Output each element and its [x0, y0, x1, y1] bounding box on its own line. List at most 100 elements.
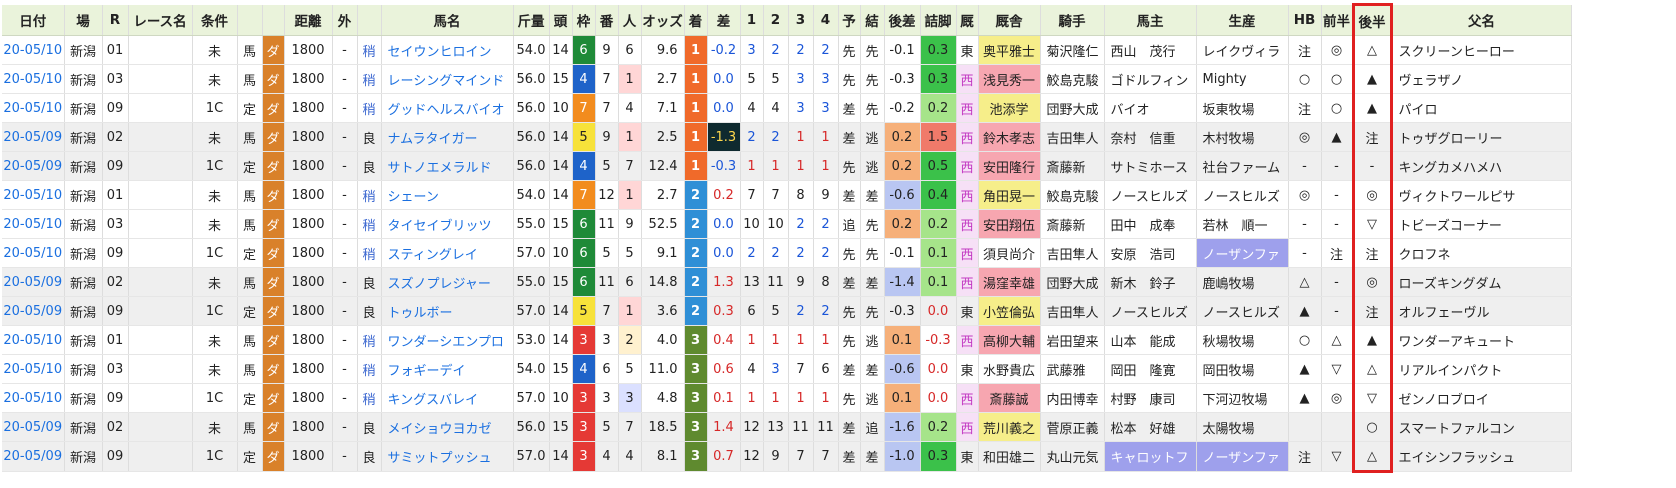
- table-row[interactable]: 20-05/10 新潟 01 未馬ダ 1800- 稍シェーン 54.0 14 7 12 1 2.7 2 0…: [2, 180, 1572, 210]
- table-row[interactable]: 20-05/10 新潟 03 未馬ダ 1800- 稍レーシングマインド 56.0 15 4 7 1 2…: [2, 64, 1572, 94]
- table-row[interactable]: 20-05/10 新潟 03 未馬ダ 1800- 稍フォギーデイ 54.0 15 4 6 5 11.0…: [2, 354, 1572, 384]
- table-row[interactable]: 20-05/10 新潟 03 未馬ダ 1800- 稍タイセイブリッツ 55.0 15 6 11 9 5…: [2, 209, 1572, 239]
- cell-sire: ワンダーアキュート: [1391, 325, 1572, 355]
- table-row[interactable]: 20-05/10 新潟 01 未馬ダ 1800- 稍ワンダーシエンプロ 53.0 14 3 3 2 4…: [2, 325, 1572, 355]
- race-date-link[interactable]: 20-05/09: [2, 122, 65, 152]
- table-row[interactable]: 20-05/09 新潟 09 1C 定ダ 1800- 良サトノエメラルド 56.0 14 4 5 7 1…: [2, 151, 1572, 181]
- cell-c2: 13: [763, 412, 789, 442]
- table-row[interactable]: 20-05/09 新潟 02 未馬ダ 1800- 良スズノプレジャー 55.0 15 6 11 6 1…: [2, 267, 1572, 297]
- column-header[interactable]: 場: [64, 4, 103, 36]
- race-date-link[interactable]: 20-05/10: [2, 209, 65, 239]
- column-header[interactable]: 番: [595, 4, 619, 36]
- column-header[interactable]: 馬主: [1104, 4, 1197, 36]
- table-row[interactable]: 20-05/09 新潟 09 1C 定ダ 1800- 良サミットプッシュ 57.0 14 3 4 4 8…: [2, 441, 1572, 473]
- column-header[interactable]: [237, 4, 263, 36]
- table-row[interactable]: 20-05/09 新潟 09 1C 定ダ 1800- 良トゥルボー 57.0 14 5 7 1 3.6 2…: [2, 296, 1572, 326]
- cell-kin: 55.0: [513, 209, 550, 239]
- finish-badge: 3: [684, 383, 708, 413]
- table-row[interactable]: 20-05/10 新潟 09 1C 定ダ 1800- 稍キングスバレイ 57.0 10 3 3 3 4.…: [2, 383, 1572, 413]
- column-header[interactable]: レース名: [128, 4, 193, 36]
- column-header[interactable]: HB: [1288, 4, 1322, 36]
- horse-name-link[interactable]: ナムラタイガー: [381, 122, 514, 152]
- horse-name-link[interactable]: グッドヘルスバイオ: [381, 93, 514, 123]
- column-header[interactable]: [357, 4, 382, 36]
- column-header[interactable]: 生産: [1196, 4, 1289, 36]
- table-row[interactable]: 20-05/10 新潟 01 未馬ダ 1800- 稍セイウンヒロイン 54.0 14 6 9 6 9.…: [2, 35, 1572, 65]
- column-header[interactable]: 着: [684, 4, 708, 36]
- surface-badge: ダ: [262, 325, 285, 355]
- table-row[interactable]: 20-05/09 新潟 02 未馬ダ 1800- 良メイショウヨカゼ 56.0 15 3 5 7 18…: [2, 412, 1572, 442]
- column-header[interactable]: 前半: [1321, 4, 1354, 36]
- horse-name-link[interactable]: サミットプッシュ: [381, 441, 514, 472]
- finish-badge: 1: [684, 151, 708, 181]
- column-header[interactable]: 枠: [572, 4, 596, 36]
- race-date-link[interactable]: 20-05/10: [2, 325, 65, 355]
- column-header[interactable]: 結: [860, 4, 885, 36]
- horse-name-link[interactable]: トゥルボー: [381, 296, 514, 326]
- horse-name-link[interactable]: スズノプレジャー: [381, 267, 514, 297]
- table-row[interactable]: 20-05/10 新潟 09 1C 定ダ 1800- 稍グッドヘルスバイオ 56.0 10 7 7 4…: [2, 93, 1572, 123]
- horse-name-link[interactable]: スティングレイ: [381, 238, 514, 268]
- cell-kosa: 0.2: [884, 209, 921, 239]
- race-date-link[interactable]: 20-05/10: [2, 238, 65, 268]
- column-header[interactable]: オッズ: [641, 4, 685, 36]
- column-header[interactable]: 1: [740, 4, 764, 36]
- race-date-link[interactable]: 20-05/10: [2, 93, 65, 123]
- column-header[interactable]: 外: [332, 4, 358, 36]
- cell-dist: 1800: [284, 238, 333, 268]
- column-header[interactable]: 斤量: [513, 4, 550, 36]
- cell-kin: 54.0: [513, 354, 550, 384]
- race-date-link[interactable]: 20-05/09: [2, 296, 65, 326]
- cell-c2: 5: [763, 296, 789, 326]
- column-header[interactable]: 3: [788, 4, 814, 36]
- column-header[interactable]: 後差: [884, 4, 921, 36]
- column-header[interactable]: 騎手: [1040, 4, 1105, 36]
- race-date-link[interactable]: 20-05/09: [2, 412, 65, 442]
- gate-badge: 5: [572, 296, 596, 326]
- horse-name-link[interactable]: メイショウヨカゼ: [381, 412, 514, 442]
- column-header[interactable]: 人: [618, 4, 642, 36]
- column-header[interactable]: 予: [838, 4, 861, 36]
- race-date-link[interactable]: 20-05/10: [2, 180, 65, 210]
- column-header[interactable]: 日付: [2, 4, 65, 36]
- race-date-link[interactable]: 20-05/10: [2, 35, 65, 65]
- race-date-link[interactable]: 20-05/10: [2, 64, 65, 94]
- race-date-link[interactable]: 20-05/09: [2, 267, 65, 297]
- horse-name-link[interactable]: レーシングマインド: [381, 64, 514, 94]
- horse-name-link[interactable]: フォギーデイ: [381, 354, 514, 384]
- column-header[interactable]: 後半: [1351, 3, 1393, 36]
- cell-c3: 1: [788, 383, 814, 413]
- column-header[interactable]: 馬名: [381, 4, 514, 36]
- column-header[interactable]: 詰脚: [920, 4, 957, 36]
- race-date-link[interactable]: 20-05/10: [2, 354, 65, 384]
- table-row[interactable]: 20-05/10 新潟 09 1C 定ダ 1800- 稍スティングレイ 57.0 10 6 5 5 9.…: [2, 238, 1572, 268]
- table-row[interactable]: 20-05/09 新潟 02 未馬ダ 1800- 良ナムラタイガー 56.0 14 5 9 1 2.5…: [2, 122, 1572, 152]
- column-header[interactable]: 2: [763, 4, 789, 36]
- finish-badge: 1: [684, 93, 708, 123]
- column-header[interactable]: 頭: [549, 4, 573, 36]
- horse-name-link[interactable]: セイウンヒロイン: [381, 35, 514, 65]
- column-header[interactable]: 厩舎: [978, 4, 1041, 36]
- race-date-link[interactable]: 20-05/10: [2, 383, 65, 413]
- horse-name-link[interactable]: サトノエメラルド: [381, 151, 514, 181]
- column-header[interactable]: 父名: [1391, 4, 1572, 36]
- cell-diff: 0.7: [707, 441, 741, 472]
- cell-ban: 7: [595, 93, 619, 123]
- cell-race: [128, 93, 193, 123]
- race-date-link[interactable]: 20-05/09: [2, 151, 65, 181]
- column-header[interactable]: 距離: [284, 4, 333, 36]
- column-header[interactable]: 条件: [192, 4, 238, 36]
- cell-trainer: 須貝尚介: [978, 238, 1041, 268]
- horse-name-link[interactable]: キングスバレイ: [381, 383, 514, 413]
- column-header[interactable]: R: [102, 4, 129, 36]
- cell-r: 01: [102, 325, 129, 355]
- column-header[interactable]: 4: [813, 4, 839, 36]
- race-date-link[interactable]: 20-05/09: [2, 441, 65, 472]
- finish-badge: 3: [684, 441, 708, 472]
- horse-name-link[interactable]: タイセイブリッツ: [381, 209, 514, 239]
- horse-name-link[interactable]: シェーン: [381, 180, 514, 210]
- column-header[interactable]: 厩: [956, 4, 979, 36]
- column-header[interactable]: [262, 4, 285, 36]
- horse-name-link[interactable]: ワンダーシエンプロ: [381, 325, 514, 355]
- column-header[interactable]: 差: [707, 4, 741, 36]
